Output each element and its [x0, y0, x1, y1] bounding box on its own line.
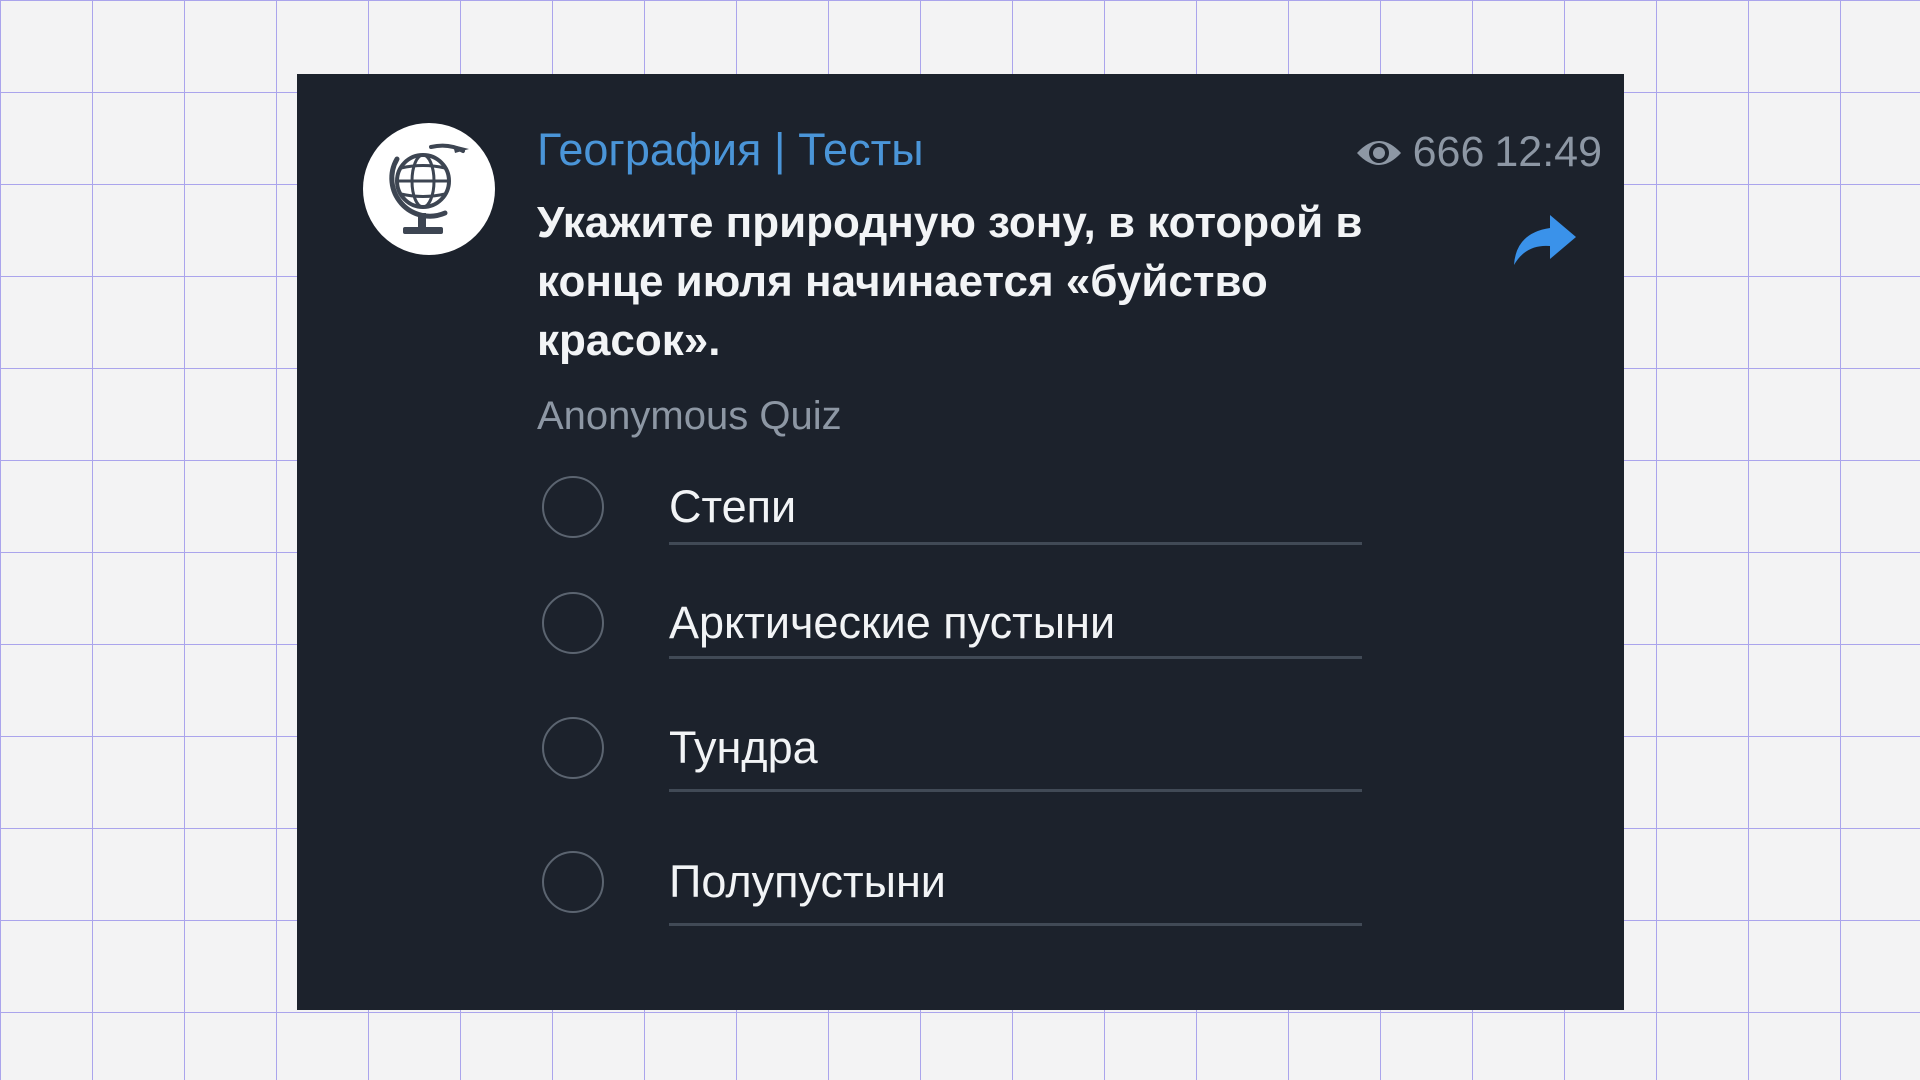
- eye-icon: [1355, 135, 1403, 171]
- channel-avatar[interactable]: [363, 123, 495, 255]
- quiz-option-label: Степи: [669, 481, 797, 532]
- radio-button[interactable]: [542, 476, 604, 538]
- quiz-option[interactable]: Тундра: [542, 681, 1362, 815]
- message-meta: 666 12:49: [1355, 128, 1602, 177]
- quiz-option[interactable]: Степи: [542, 449, 1362, 565]
- quiz-option-label: Полупустыни: [669, 856, 946, 907]
- views-count: 666: [1412, 128, 1485, 176]
- quiz-option[interactable]: Полупустыни: [542, 815, 1362, 949]
- message-time: 12:49: [1494, 128, 1602, 176]
- option-divider: [669, 542, 1362, 545]
- option-divider: [669, 656, 1362, 659]
- quiz-type-label: Anonymous Quiz: [537, 394, 842, 438]
- globe-icon: [389, 143, 469, 234]
- radio-button[interactable]: [542, 592, 604, 654]
- option-divider: [669, 789, 1362, 792]
- radio-button[interactable]: [542, 851, 604, 913]
- quiz-question: Укажите природную зону, в которой в конц…: [537, 198, 1363, 365]
- quiz-option-label: Арктические пустыни: [669, 597, 1116, 648]
- message-card: География | Тесты 666 12:49 Укажите прир…: [297, 74, 1624, 1010]
- radio-button[interactable]: [542, 717, 604, 779]
- quiz-options: Степи Арктические пустыни Тундра Полупус…: [542, 449, 1362, 949]
- share-button[interactable]: [1510, 211, 1578, 269]
- channel-name[interactable]: География | Тесты: [537, 124, 924, 176]
- quiz-option-label: Тундра: [669, 722, 818, 773]
- share-icon: [1514, 215, 1576, 265]
- option-divider: [669, 923, 1362, 926]
- quiz-option[interactable]: Арктические пустыни: [542, 565, 1362, 681]
